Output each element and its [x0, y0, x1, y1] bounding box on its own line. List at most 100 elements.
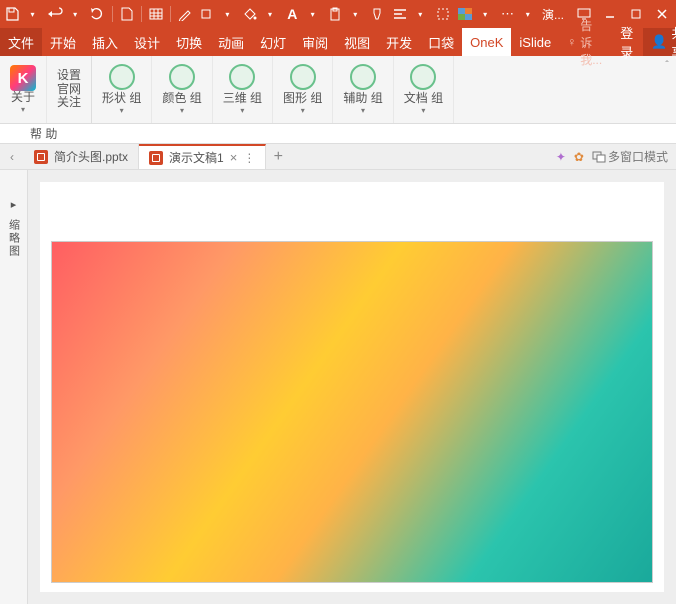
doc-tab[interactable]: 简介头图.pptx — [24, 144, 139, 169]
help-row: 帮 助 — [0, 124, 676, 144]
document-tabs: ‹ 简介头图.pptx 演示文稿1 × ⋮ + ✦ ✿ 多窗口模式 — [0, 144, 676, 170]
group-label: 三维 组 — [223, 92, 262, 106]
dropdown-icon[interactable]: ▾ — [219, 4, 235, 24]
circle-icon — [109, 64, 135, 90]
pptx-icon — [149, 151, 163, 165]
quick-access-toolbar: ▾ ▾ ▾ ▾ A▾ ▾ ▾ ▾ ⋯ ▾ 演... — [0, 0, 676, 28]
tab-transition[interactable]: 切换 — [168, 28, 210, 56]
addin-logo-icon: K — [10, 65, 36, 91]
ribbon-group-assist[interactable]: 辅助 组▾ — [333, 56, 393, 123]
multiwindow-label: 多窗口模式 — [608, 148, 668, 165]
share-button[interactable]: 👤 共享 ▸ — [643, 28, 676, 56]
ribbon-group-shape[interactable]: 形状 组▾ — [92, 56, 152, 123]
slide-canvas[interactable] — [40, 182, 664, 592]
about-label: 关于 — [11, 91, 35, 105]
magic-icon[interactable]: ✦ — [556, 150, 566, 164]
share-icon: 👤 — [651, 34, 667, 50]
add-tab-button[interactable]: + — [266, 144, 290, 169]
dropdown-icon[interactable]: ▾ — [24, 4, 40, 24]
table-icon[interactable] — [148, 4, 164, 24]
thumbnail-label[interactable]: 缩略图 — [6, 219, 22, 258]
chevron-down-icon: ▾ — [21, 105, 25, 114]
save-icon[interactable] — [4, 4, 20, 24]
group-label: 形状 组 — [102, 92, 141, 106]
maximize-icon[interactable] — [626, 4, 646, 24]
font-icon[interactable]: A — [284, 4, 300, 24]
more-icon[interactable]: ⋯ — [499, 4, 515, 24]
tab-islide[interactable]: iSlide — [511, 28, 559, 56]
menu-tabs: 文件 开始 插入 设计 切换 动画 幻灯 审阅 视图 开发 口袋 OneK iS… — [0, 28, 676, 56]
tab-file[interactable]: 文件 — [0, 28, 42, 56]
dropdown-icon[interactable]: ▾ — [412, 4, 428, 24]
tell-me-search[interactable]: ♀ 告诉我... — [559, 28, 610, 56]
tab-view[interactable]: 视图 — [336, 28, 378, 56]
ribbon-group-color[interactable]: 颜色 组▾ — [152, 56, 212, 123]
bulb-icon: ♀ — [567, 35, 576, 49]
tab-animation[interactable]: 动画 — [210, 28, 252, 56]
fill-icon[interactable] — [242, 4, 258, 24]
pen-icon[interactable] — [177, 4, 193, 24]
ribbon: K 关于▾ 设置 官网 关注 形状 组▾ 颜色 组▾ 三维 组▾ 图形 组▾ 辅… — [0, 56, 676, 124]
group-label: 图形 组 — [283, 92, 322, 106]
slide-content[interactable] — [52, 242, 652, 582]
doc-tab-name: 演示文稿1 — [169, 149, 224, 166]
group-label: 文档 组 — [404, 92, 443, 106]
chevron-down-icon: ▾ — [421, 106, 425, 115]
gear-icon[interactable]: ✿ — [574, 150, 584, 164]
doc-tab-name: 简介头图.pptx — [54, 148, 128, 165]
ribbon-about[interactable]: K 关于▾ — [0, 56, 47, 123]
circle-icon — [290, 64, 316, 90]
ribbon-settings[interactable]: 设置 官网 关注 — [47, 56, 92, 123]
chevron-down-icon: ▾ — [180, 106, 184, 115]
doc-tab[interactable]: 演示文稿1 × ⋮ — [139, 144, 266, 169]
circle-icon — [229, 64, 255, 90]
dropdown-icon[interactable]: ▾ — [305, 4, 321, 24]
crop-icon[interactable] — [434, 4, 450, 24]
tab-review[interactable]: 审阅 — [294, 28, 336, 56]
editor-stage: ▸ 缩略图 — [0, 170, 676, 604]
settings-label: 设置 — [57, 69, 81, 83]
new-doc-icon[interactable] — [118, 4, 134, 24]
ribbon-group-doc[interactable]: 文档 组▾ — [394, 56, 454, 123]
tab-developer[interactable]: 开发 — [378, 28, 420, 56]
tab-pocket[interactable]: 口袋 — [420, 28, 462, 56]
ribbon-group-3d[interactable]: 三维 组▾ — [213, 56, 273, 123]
circle-icon — [169, 64, 195, 90]
tab-slideshow[interactable]: 幻灯 — [252, 28, 294, 56]
tab-onekey[interactable]: OneK — [462, 28, 511, 56]
ribbon-group-graphic[interactable]: 图形 组▾ — [273, 56, 333, 123]
expand-panel-icon[interactable]: ▸ — [11, 198, 17, 211]
circle-icon — [410, 64, 436, 90]
color-swatch-icon[interactable] — [457, 4, 473, 24]
tab-design[interactable]: 设计 — [126, 28, 168, 56]
login-button[interactable]: 登录 — [610, 28, 643, 56]
chevron-down-icon: ▾ — [240, 106, 244, 115]
follow-label: 关注 — [57, 96, 81, 110]
chevron-down-icon: ▾ — [301, 106, 305, 115]
dropdown-icon[interactable]: ▾ — [520, 4, 536, 24]
dropdown-icon[interactable]: ▾ — [262, 4, 278, 24]
dropdown-icon[interactable]: ▾ — [347, 4, 363, 24]
chevron-left-icon[interactable]: ‹ — [0, 144, 24, 169]
shape-icon[interactable] — [199, 4, 215, 24]
help-label[interactable]: 帮 助 — [30, 125, 57, 142]
format-painter-icon[interactable] — [369, 4, 385, 24]
multiwindow-button[interactable]: 多窗口模式 — [592, 148, 668, 165]
undo-icon[interactable] — [47, 4, 63, 24]
tab-menu-icon[interactable]: ⋮ — [243, 151, 255, 165]
pptx-icon — [34, 150, 48, 164]
close-icon[interactable] — [652, 4, 672, 24]
minimize-icon[interactable] — [600, 4, 620, 24]
tab-insert[interactable]: 插入 — [84, 28, 126, 56]
dropdown-icon[interactable]: ▾ — [477, 4, 493, 24]
collapse-ribbon-icon[interactable]: ˆ — [658, 56, 676, 123]
thumbnail-panel-collapsed: ▸ 缩略图 — [0, 170, 28, 604]
redo-icon[interactable] — [89, 4, 105, 24]
tell-me-label: 告诉我... — [580, 17, 602, 68]
paste-icon[interactable] — [327, 4, 343, 24]
close-tab-icon[interactable]: × — [230, 150, 238, 165]
align-icon[interactable] — [392, 4, 408, 24]
tab-home[interactable]: 开始 — [42, 28, 84, 56]
group-label: 辅助 组 — [343, 92, 382, 106]
dropdown-icon[interactable]: ▾ — [67, 4, 83, 24]
